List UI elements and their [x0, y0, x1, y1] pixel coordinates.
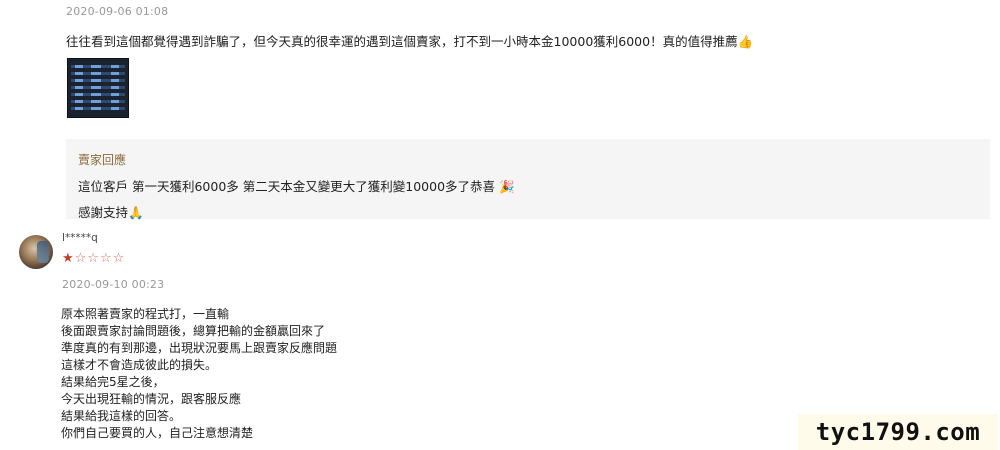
username: l*****q	[62, 232, 98, 244]
seller-reply-box: 賣家回應 這位客戶 第一天獲利6000多 第二天本金又變更大了獲利變10000多…	[66, 139, 990, 220]
review-text: 往往看到這個都覺得遇到詐騙了，但今天真的很幸運的遇到這個賣家，打不到一小時本金1…	[66, 34, 754, 49]
seller-reply-title: 賣家回應	[78, 153, 127, 167]
review-image-thumbnail[interactable]	[67, 58, 129, 118]
seller-reply-text: 這位客戶 第一天獲利6000多 第二天本金又變更大了獲利變10000多了恭喜 🎉	[78, 179, 515, 194]
review-date: 2020-09-06 01:08	[66, 5, 169, 18]
review-line: 結果給完5星之後，	[61, 375, 165, 389]
review-line: 原本照著賣家的程式打，一直輸	[61, 307, 230, 321]
review-line: 你們自己要買的人，自己注意想清楚	[61, 426, 254, 440]
review-date: 2020-09-10 00:23	[62, 278, 165, 291]
review-line: 後面跟賣家討論問題後，總算把輸的金額贏回來了	[61, 324, 326, 338]
review-line: 準度真的有到那邊，出現狀況要馬上跟賣家反應問題	[61, 341, 338, 355]
star-empty-icon: ☆☆☆☆	[74, 251, 126, 266]
review-line: 今天出現狂輸的情況，跟客服反應	[61, 392, 242, 406]
review-line: 結果給我這樣的回答。	[61, 409, 182, 423]
review-line: 這樣才不會造成彼此的損失。	[61, 358, 218, 372]
star-rating: ★☆☆☆☆	[62, 251, 125, 266]
avatar[interactable]	[19, 235, 53, 269]
seller-reply-thanks: 感謝支持🙏	[78, 205, 144, 220]
watermark: tyc1799.com	[798, 414, 998, 450]
star-filled-icon: ★	[62, 251, 75, 266]
